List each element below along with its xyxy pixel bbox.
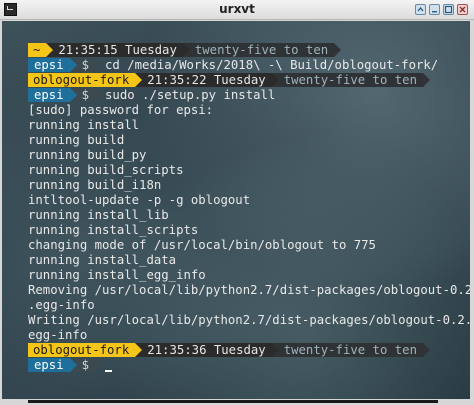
output-line: running build_scripts — [28, 163, 184, 177]
prompt-fuzzy-time: twenty-five to ten — [182, 43, 335, 57]
prompt-status-line: oblogout-fork 21:35:22 Tuesday twenty-five… — [2, 73, 470, 88]
command-text: cd /media/Works/2018\ -\ Build/oblogout-… — [105, 58, 439, 72]
minimize-icon[interactable] — [429, 4, 440, 15]
output-line: running install_lib — [28, 208, 169, 222]
title-bar[interactable]: urxvt — [0, 0, 474, 20]
prompt-status-line: ~21:35:15 Tuesday twenty-five to ten — [2, 43, 470, 58]
terminal-lines: ~21:35:15 Tuesday twenty-five to ten epsi… — [2, 43, 470, 373]
maximize-icon[interactable] — [443, 4, 454, 15]
prompt-command-line: epsi $ cd /media/Works/2018\ -\ Build/oblo… — [2, 58, 470, 73]
output-line: egg-info — [28, 328, 88, 342]
command-text: sudo ./setup.py install — [105, 88, 276, 102]
shade-icon[interactable] — [415, 4, 426, 15]
output-line: running install_data — [28, 253, 177, 267]
prompt-user: epsi — [28, 358, 70, 372]
prompt-time: 21:35:15 Tuesday — [46, 43, 183, 57]
output-line: running install — [28, 118, 140, 132]
prompt-time: 21:35:36 Tuesday — [135, 343, 272, 357]
window-controls — [415, 4, 468, 15]
output-line: [sudo] password for epsi: — [28, 103, 214, 117]
output-line: intltool-update -p -g oblogout — [28, 193, 251, 207]
output-line: .egg-info — [28, 298, 95, 312]
output-line: Writing /usr/local/lib/python2.7/dist-pa… — [28, 313, 470, 327]
output-line: changing mode of /usr/local/bin/oblogout… — [28, 238, 376, 252]
window-bottom-edge — [0, 399, 474, 405]
prompt-directory: oblogout-fork — [28, 343, 136, 357]
prompt-fuzzy-time: twenty-five to ten — [271, 73, 423, 87]
prompt-status-line: oblogout-fork 21:35:36 Tuesday twenty-five… — [2, 343, 470, 358]
prompt-directory: oblogout-fork — [28, 73, 136, 87]
prompt-user: epsi — [28, 58, 70, 72]
output-line: running install_scripts — [28, 223, 199, 237]
prompt-command-line: epsi $ — [2, 358, 470, 373]
output-line: Removing /usr/local/lib/python2.7/dist-p… — [28, 283, 470, 297]
window-title: urxvt — [219, 2, 255, 16]
output-line: running build_py — [28, 148, 147, 162]
prompt-command-line: epsi $ sudo ./setup.py install — [2, 88, 470, 103]
prompt-user: epsi — [28, 88, 70, 102]
text-cursor[interactable] — [105, 370, 113, 372]
output-line: running build_i18n — [28, 178, 162, 192]
output-line: running install_egg_info — [28, 268, 206, 282]
prompt-directory: ~ — [28, 43, 47, 57]
prompt-fuzzy-time: twenty-five to ten — [271, 343, 423, 357]
output-line: running build — [28, 133, 125, 147]
prompt-time: 21:35:22 Tuesday — [135, 73, 272, 87]
terminal-area[interactable]: ~21:35:15 Tuesday twenty-five to ten epsi… — [2, 21, 470, 399]
close-icon[interactable] — [457, 4, 468, 15]
